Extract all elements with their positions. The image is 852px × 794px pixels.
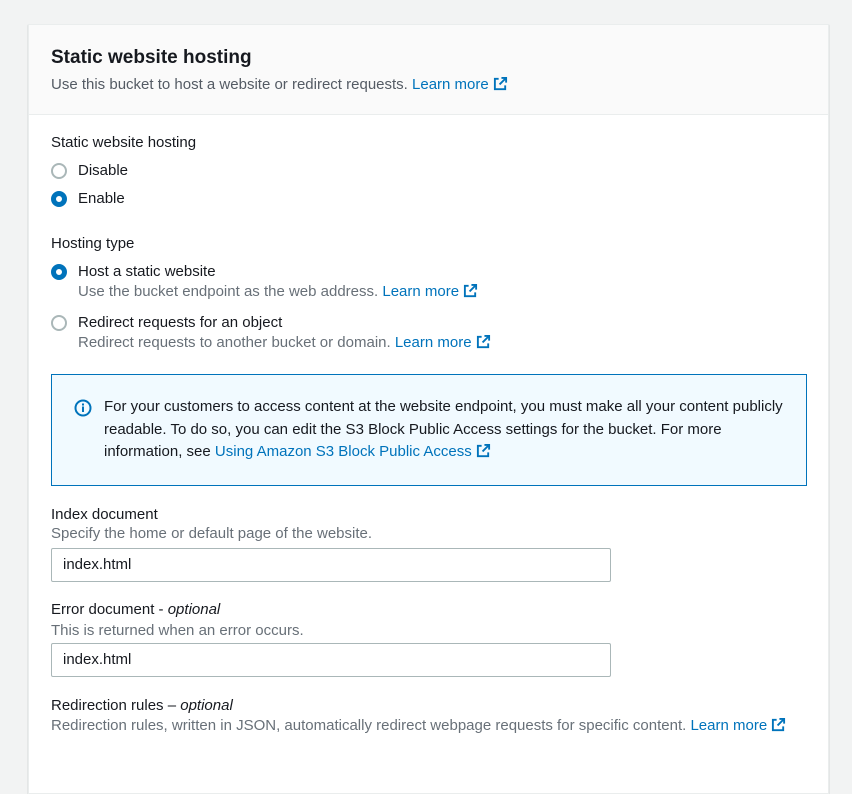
static-website-hosting-panel: Static website hosting Use this bucket t… xyxy=(28,24,829,794)
redirect-learn-more-label: Learn more xyxy=(394,334,472,351)
block-public-access-link[interactable]: Using Amazon S3 Block Public Access xyxy=(215,443,491,460)
host-static-learn-more-link[interactable]: Learn more xyxy=(382,283,478,300)
radio-enable-label: Enable xyxy=(78,190,125,207)
header-learn-more-link[interactable]: Learn more xyxy=(412,76,508,93)
radio-enable[interactable]: Enable xyxy=(51,189,125,209)
radio-host-static-description: Use the bucket endpoint as the web addre… xyxy=(78,282,478,301)
index-document-input[interactable]: index.html xyxy=(51,548,611,582)
info-icon xyxy=(74,399,92,417)
error-document-description: This is returned when an error occurs. xyxy=(51,622,304,639)
redirection-rules-label-text: Redirection rules – xyxy=(51,697,181,714)
host-static-desc-text: Use the bucket endpoint as the web addre… xyxy=(78,283,379,300)
external-link-icon xyxy=(493,76,507,91)
header-learn-more-label: Learn more xyxy=(412,76,489,93)
external-link-icon xyxy=(476,334,490,349)
redirection-rules-label: Redirection rules – optional xyxy=(51,696,233,716)
radio-disable-control[interactable] xyxy=(51,163,67,179)
redirection-rules-desc-text: Redirection rules, written in JSON, auto… xyxy=(51,717,687,734)
redirection-learn-more-label: Learn more xyxy=(690,717,768,734)
redirection-rules-description: Redirection rules, written in JSON, auto… xyxy=(51,716,801,735)
redirect-desc-text: Redirect requests to another bucket or d… xyxy=(78,334,391,351)
info-alert: For your customers to access content at … xyxy=(51,374,807,486)
hosting-type-label: Hosting type xyxy=(51,235,135,252)
external-link-icon xyxy=(476,443,490,458)
radio-disable[interactable]: Disable xyxy=(51,161,128,181)
error-document-optional: optional xyxy=(167,601,221,618)
radio-redirect-control[interactable] xyxy=(51,315,67,331)
block-public-access-label: Using Amazon S3 Block Public Access xyxy=(214,443,472,460)
radio-redirect-requests[interactable]: Redirect requests for an object Redirect… xyxy=(51,313,491,352)
redirection-learn-more-link[interactable]: Learn more xyxy=(690,717,786,734)
panel-title: Static website hosting xyxy=(51,47,252,68)
error-document-label: Error document - optional xyxy=(51,600,220,620)
alert-text: For your customers to access content at … xyxy=(104,396,786,485)
radio-redirect-label: Redirect requests for an object xyxy=(78,314,283,331)
radio-host-static-website[interactable]: Host a static website Use the bucket end… xyxy=(51,262,478,301)
redirect-learn-more-link[interactable]: Learn more xyxy=(395,334,491,351)
index-document-label: Index document xyxy=(51,506,158,523)
hosting-label: Static website hosting xyxy=(51,134,197,151)
radio-disable-label: Disable xyxy=(78,162,129,179)
external-link-icon xyxy=(464,283,478,298)
host-static-learn-more-label: Learn more xyxy=(382,283,460,300)
panel-description-text: Use this bucket to host a website or red… xyxy=(51,76,408,93)
radio-host-static-label: Host a static website xyxy=(78,263,216,280)
error-document-label-text: Error document - xyxy=(51,601,168,618)
redirection-rules-optional: optional xyxy=(180,697,233,714)
index-document-description: Specify the home or default page of the … xyxy=(51,525,373,542)
radio-enable-control[interactable] xyxy=(51,191,67,207)
radio-host-static-control[interactable] xyxy=(51,264,67,280)
panel-header: Static website hosting Use this bucket t… xyxy=(29,25,828,115)
external-link-icon xyxy=(772,717,786,732)
radio-redirect-description: Redirect requests to another bucket or d… xyxy=(78,333,491,352)
error-document-input[interactable]: index.html xyxy=(51,643,611,677)
panel-description: Use this bucket to host a website or red… xyxy=(51,75,806,95)
